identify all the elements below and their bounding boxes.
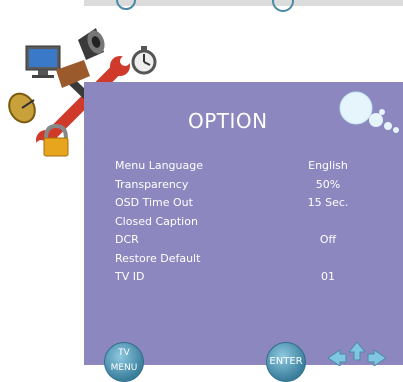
menu-item-value: English (308, 159, 348, 172)
menu-item-label: TV ID (115, 270, 145, 283)
tv-menu-line2: MENU (110, 363, 138, 373)
menu-item-closed-caption[interactable]: Closed Caption (115, 215, 385, 234)
menu-item-label: Menu Language (115, 159, 203, 172)
menu-item-value: 50% (315, 177, 341, 191)
menu-item-label: Transparency (115, 177, 189, 191)
menu-item-value: 01 (321, 270, 335, 283)
enter-button[interactable]: ENTER (266, 342, 306, 382)
speaker-icon (78, 28, 105, 60)
option-panel: OPTION Menu Language English Transparenc… (84, 82, 403, 382)
menu-item-dcr[interactable]: DCR Off (115, 233, 385, 252)
option-menu: Menu Language English Transparency 50% O… (115, 159, 385, 289)
monitor-icon (25, 45, 61, 78)
page-title: OPTION (188, 109, 268, 133)
menu-item-label: Restore Default (115, 251, 201, 265)
menu-item-label: Closed Caption (115, 214, 198, 228)
menu-item-transparency[interactable]: Transparency 50% (115, 178, 385, 197)
menu-item-restore-default[interactable]: Restore Default (115, 252, 385, 271)
enter-label: ENTER (269, 356, 303, 367)
bubbles-icon (339, 91, 399, 133)
menu-item-osd-time-out[interactable]: OSD Time Out 15 Sec. (115, 196, 385, 215)
bottom-button-bar: TV MENU ENTER (84, 338, 403, 382)
tv-menu-button[interactable]: TV MENU (104, 342, 144, 382)
top-icons-remnant (0, 0, 403, 12)
menu-item-menu-language[interactable]: Menu Language English (115, 159, 385, 178)
stopwatch-icon (131, 46, 157, 75)
tv-menu-line1: TV (118, 348, 130, 358)
satellite-dish-icon (8, 92, 36, 124)
navigation-arrows-icon[interactable] (326, 340, 388, 366)
menu-item-label: DCR (115, 233, 139, 246)
menu-item-value: Off (319, 233, 337, 246)
menu-item-value: 15 Sec. (307, 196, 349, 209)
menu-item-tv-id[interactable]: TV ID 01 (115, 270, 385, 289)
menu-item-label: OSD Time Out (115, 196, 193, 209)
